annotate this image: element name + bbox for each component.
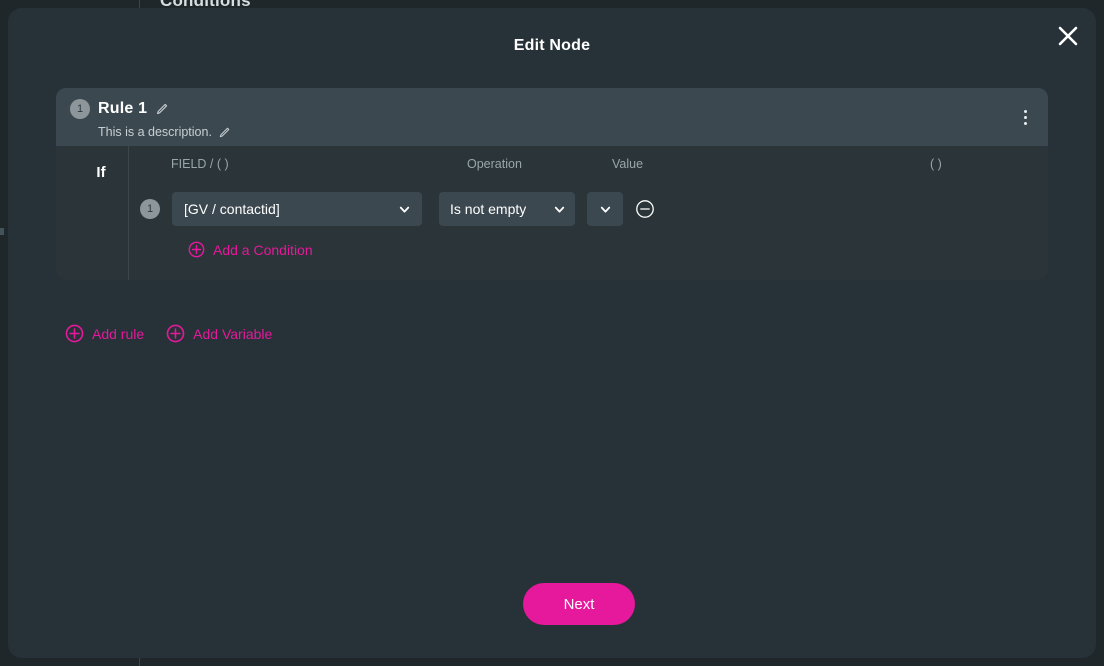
add-condition-label: Add a Condition <box>213 241 313 258</box>
chevron-down-icon <box>399 206 410 213</box>
column-header-field: FIELD / ( ) <box>171 157 229 171</box>
rule-body: If FIELD / ( ) Operation Value ( ) 1 [GV… <box>56 146 1048 280</box>
modal-title: Edit Node <box>513 37 591 54</box>
minus-circle-icon <box>636 200 654 218</box>
close-icon <box>1058 26 1078 46</box>
remove-condition-button[interactable] <box>633 197 657 221</box>
rule-title-edit-pencil-icon[interactable] <box>155 102 169 116</box>
plus-circle-icon <box>188 241 205 258</box>
chevron-down-icon <box>554 206 565 213</box>
kebab-menu-icon-dot <box>1023 115 1027 119</box>
condition-column-headers: FIELD / ( ) Operation Value ( ) <box>56 146 1048 184</box>
value-select[interactable] <box>587 192 623 226</box>
rule-title-row: 1 Rule 1 <box>70 98 1034 120</box>
rule-menu-button[interactable] <box>1014 104 1036 130</box>
add-condition-button[interactable]: Add a Condition <box>188 241 313 258</box>
add-variable-button[interactable]: Add Variable <box>166 324 272 343</box>
field-select[interactable]: [GV / contactid] <box>172 192 422 226</box>
add-variable-label: Add Variable <box>193 325 273 342</box>
background-divider-top <box>139 0 140 8</box>
rule-number-badge: 1 <box>70 99 90 119</box>
operation-select[interactable]: Is not empty <box>439 192 575 226</box>
edit-node-modal: Edit Node 1 Rule 1 This is a description… <box>8 8 1096 658</box>
add-rule-button[interactable]: Add rule <box>65 324 144 343</box>
column-header-operation: Operation <box>467 157 522 171</box>
background-left-accent <box>0 228 4 235</box>
condition-row: 1 [GV / contactid] Is not empty <box>56 190 1048 228</box>
chevron-down-icon <box>600 206 610 213</box>
rule-actions: Add rule Add Variable <box>65 324 272 343</box>
next-button[interactable]: Next <box>523 583 635 625</box>
operation-select-value: Is not empty <box>450 201 527 217</box>
rule-description: This is a description. <box>98 125 212 139</box>
rule-card-header: 1 Rule 1 This is a description. <box>56 88 1048 146</box>
rule-title: Rule 1 <box>98 100 148 117</box>
plus-circle-icon <box>65 324 84 343</box>
kebab-menu-icon-dot <box>1023 121 1027 125</box>
close-button[interactable] <box>1051 19 1085 53</box>
condition-number-badge: 1 <box>140 199 160 219</box>
add-rule-label: Add rule <box>92 325 145 342</box>
plus-circle-icon <box>166 324 185 343</box>
column-header-value: Value <box>612 157 644 171</box>
rule-card: 1 Rule 1 This is a description. If FIELD… <box>56 88 1048 280</box>
rule-description-row: This is a description. <box>70 125 1034 139</box>
kebab-menu-icon-dot <box>1023 109 1027 113</box>
column-header-parenthesis: ( ) <box>930 157 942 171</box>
rule-description-edit-pencil-icon[interactable] <box>218 126 231 139</box>
field-select-value: [GV / contactid] <box>184 201 280 217</box>
